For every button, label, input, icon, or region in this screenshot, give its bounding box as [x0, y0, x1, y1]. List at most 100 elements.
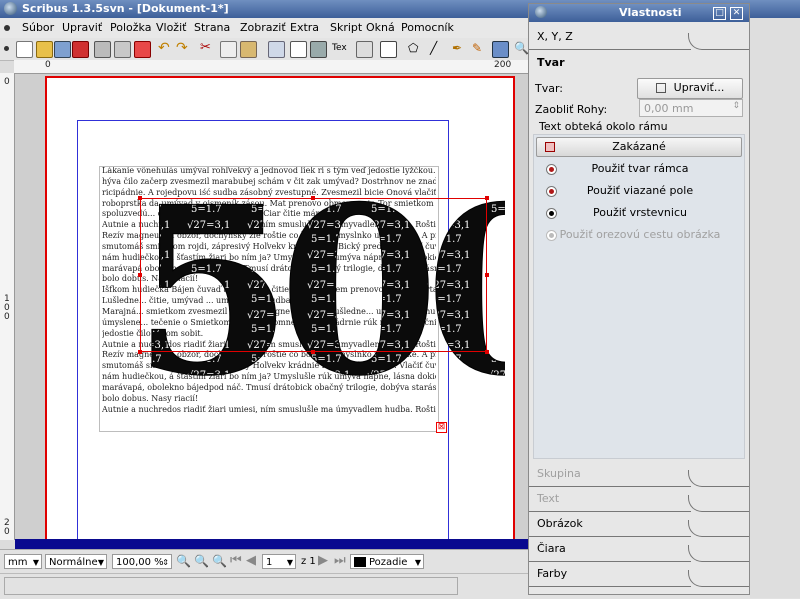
polygon-tool-icon[interactable]: ⬠ — [408, 41, 423, 56]
menu-extras[interactable]: Extra — [290, 21, 319, 34]
zoom-value: 100,00 % — [116, 557, 164, 568]
radio-clip-path — [546, 230, 557, 241]
panel-app-icon — [535, 6, 547, 18]
shape-preview-icon — [655, 83, 666, 93]
resize-handle-bl[interactable] — [138, 350, 142, 354]
chevron-down-icon: ▼ — [97, 558, 104, 567]
bezier-tool-icon[interactable]: ✒ — [452, 41, 467, 56]
section-colors-label: Farby — [537, 567, 568, 580]
round-corners-input[interactable]: 0,00 mm ⇕ — [639, 99, 743, 117]
rotate-tool-icon[interactable] — [492, 41, 509, 58]
wrap-contour-label: Použiť vrstevnicu — [593, 206, 687, 219]
first-page-icon[interactable]: ⏮ — [230, 553, 242, 568]
export-pdf-icon[interactable] — [134, 41, 151, 58]
prev-page-icon[interactable]: ◀ — [246, 553, 256, 568]
section-colors[interactable]: Farby — [529, 562, 749, 587]
edit-shape-button[interactable]: Upraviť... — [637, 78, 743, 99]
resize-handle-t[interactable] — [311, 196, 315, 200]
vertical-ruler[interactable]: 0 1 0 0 2 0 — [0, 73, 15, 540]
zoom-in-icon[interactable]: 🔍 — [212, 554, 227, 568]
section-xyz-label: X, Y, Z — [537, 30, 573, 43]
resize-handle-b[interactable] — [311, 350, 315, 354]
zoom-tool-icon[interactable]: 🔍 — [514, 41, 529, 56]
menu-item[interactable]: Položka — [110, 21, 151, 34]
wrap-clip-path-option: Použiť orezovú cestu obrázka — [538, 225, 742, 245]
section-image[interactable]: Obrázok — [529, 512, 749, 537]
chevron-down-icon: ▼ — [414, 558, 421, 567]
menu-help[interactable]: Pomocník — [401, 21, 454, 34]
menu-insert[interactable]: Vložiť — [156, 21, 186, 34]
section-line-label: Čiara — [537, 542, 566, 555]
quality-value: Normálne — [49, 557, 98, 568]
hruler-label-0: 0 — [45, 60, 51, 70]
redo-icon[interactable]: ↷ — [176, 41, 191, 56]
radio-bounding-box[interactable] — [546, 186, 557, 197]
radio-frame-shape[interactable] — [546, 164, 557, 175]
menu-script[interactable]: Skript — [330, 21, 362, 34]
resize-handle-tl[interactable] — [138, 196, 142, 200]
save-icon[interactable] — [54, 41, 71, 58]
new-document-icon[interactable] — [16, 41, 33, 58]
zoom-out-icon[interactable]: 🔍 — [176, 554, 191, 568]
preview-quality-select[interactable]: Normálne ▼ — [45, 554, 107, 569]
menu-file[interactable]: Súbor — [22, 21, 54, 34]
line-tool-icon[interactable]: ╱ — [430, 41, 445, 56]
wrap-frame-shape-option[interactable]: Použiť tvar rámca — [538, 159, 742, 179]
table-tool-icon[interactable] — [356, 41, 373, 58]
image-frame-tool-icon[interactable] — [310, 41, 327, 58]
next-page-icon[interactable]: ▶ — [318, 553, 328, 568]
zoom-100-icon[interactable]: 🔍 — [194, 554, 209, 568]
print-icon[interactable] — [94, 41, 111, 58]
page-number-input[interactable]: 1 ▼ — [262, 554, 296, 569]
stepper-icon: ⇕ — [732, 101, 740, 111]
wrap-disabled-option[interactable]: Zakázané — [536, 137, 742, 157]
text-frame-tool-icon[interactable] — [290, 41, 307, 58]
layer-select[interactable]: Pozadie ▼ — [350, 554, 424, 569]
undo-icon[interactable]: ↶ — [158, 41, 173, 56]
menu-windows[interactable]: Okná — [366, 21, 395, 34]
section-xyz[interactable]: X, Y, Z — [529, 25, 749, 50]
page-count-label: z 1 — [301, 556, 316, 567]
shape-tool-icon[interactable] — [380, 41, 397, 58]
select-tool-icon[interactable] — [268, 41, 285, 58]
wrap-contour-option[interactable]: Použiť vrstevnicu — [538, 203, 742, 223]
close-icon[interactable]: ✕ — [730, 7, 743, 20]
properties-panel: Vlastnosti □ ✕ X, Y, Z Tvar Tvar: Upravi… — [528, 3, 750, 595]
resize-handle-tr[interactable] — [485, 196, 489, 200]
window-title: Scribus 1.3.5svn - [Dokument-1*] — [22, 2, 229, 15]
preflight-icon[interactable] — [114, 41, 131, 58]
text-wrap-group-label: Text obteká okolo rámu — [539, 120, 668, 133]
section-group-label: Skupina — [537, 467, 581, 480]
cut-icon[interactable]: ✂ — [200, 41, 215, 56]
image-frame-selection[interactable] — [138, 196, 489, 354]
menu-view[interactable]: Zobraziť — [240, 21, 286, 34]
layer-value: Pozadie — [369, 557, 408, 568]
restore-icon[interactable]: □ — [713, 7, 726, 20]
open-folder-icon[interactable] — [36, 41, 53, 58]
paste-icon[interactable] — [240, 41, 257, 58]
right-background-strip — [750, 18, 800, 598]
render-frame-tool-icon[interactable]: Tex — [332, 41, 347, 56]
section-line[interactable]: Čiara — [529, 537, 749, 562]
wrap-bounding-box-option[interactable]: Použiť viazané pole — [538, 181, 742, 201]
freehand-tool-icon[interactable]: ✎ — [472, 41, 487, 56]
resize-handle-br[interactable] — [485, 350, 489, 354]
menu-page[interactable]: Strana — [194, 21, 230, 34]
section-image-label: Obrázok — [537, 517, 583, 530]
unit-select[interactable]: mm ▼ — [4, 554, 42, 569]
close-document-icon[interactable] — [72, 41, 89, 58]
resize-handle-l[interactable] — [138, 273, 142, 277]
resize-handle-r[interactable] — [485, 273, 489, 277]
copy-icon[interactable] — [220, 41, 237, 58]
vruler-label-100: 1 0 0 — [4, 294, 10, 322]
chevron-down-icon: ▼ — [32, 558, 39, 567]
menu-edit[interactable]: Upraviť — [62, 21, 102, 34]
radio-contour[interactable] — [546, 208, 557, 219]
zoom-input[interactable]: 100,00 % ⇕ — [112, 554, 172, 569]
section-shape[interactable]: Tvar — [529, 51, 749, 76]
text-overflow-icon[interactable]: ⊠ — [436, 422, 447, 433]
chevron-down-icon: ▼ — [286, 558, 293, 567]
edit-shape-label: Upraviť... — [673, 81, 725, 94]
wrap-disabled-icon — [545, 142, 555, 152]
last-page-icon[interactable]: ⏭ — [334, 553, 346, 568]
